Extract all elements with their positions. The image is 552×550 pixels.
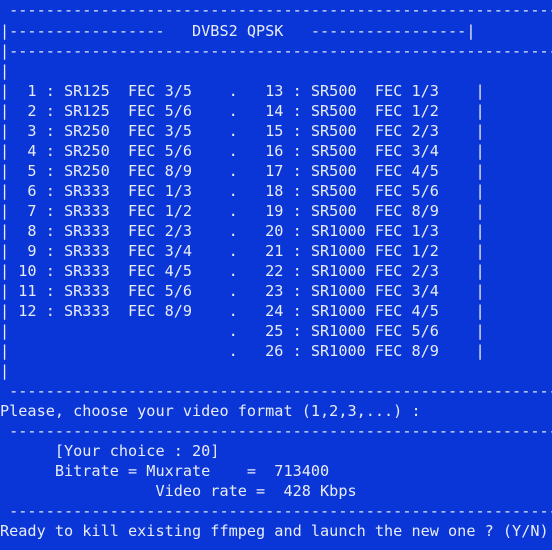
menu-option-row: | 5 : SR250 FEC 8/9 . 17 : SR500 FEC 4/5… [0,162,485,180]
menu-bottom-divider: ----------------------------------------… [0,382,552,400]
menu-blank-line: | | [0,362,552,380]
terminal-window[interactable]: ----------------------------------------… [0,0,552,550]
menu-option-row: | 11 : SR333 FEC 5/6 . 23 : SR1000 FEC 3… [0,282,485,300]
choice-readout: [Your choice : 20] [0,442,220,460]
menu-option-row: | 3 : SR250 FEC 3/5 . 15 : SR500 FEC 2/3… [0,122,485,140]
menu-option-row: | 7 : SR333 FEC 1/2 . 19 : SR500 FEC 8/9… [0,202,485,220]
menu-title-line: |----------------- DVBS2 QPSK ----------… [0,22,476,40]
menu-option-row: | 8 : SR333 FEC 2/3 . 20 : SR1000 FEC 1/… [0,222,485,240]
top-divider: ----------------------------------------… [0,1,552,19]
info-top-divider: ----------------------------------------… [0,422,552,440]
video-rate-readout: Video rate = 428 Kbps [0,482,357,500]
menu-option-row: | 9 : SR333 FEC 3/4 . 21 : SR1000 FEC 1/… [0,242,485,260]
menu-option-row: | . 25 : SR1000 FEC 5/6 | [0,322,485,340]
menu-option-row: | 10 : SR333 FEC 4/5 . 22 : SR1000 FEC 2… [0,262,485,280]
menu-blank-line: | | [0,62,552,80]
menu-option-row: | 2 : SR125 FEC 5/6 . 14 : SR500 FEC 1/2… [0,102,485,120]
info-bottom-divider: ----------------------------------------… [0,502,552,520]
bitrate-readout: Bitrate = Muxrate = 713400 [0,462,330,480]
confirm-prompt[interactable]: Ready to kill existing ffmpeg and launch… [0,521,549,541]
format-prompt: Please, choose your video format (1,2,3,… [0,402,421,420]
menu-title-divider: |---------------------------------------… [0,42,552,60]
menu-option-row: | . 26 : SR1000 FEC 8/9 | [0,342,485,360]
menu-option-row: | 1 : SR125 FEC 3/5 . 13 : SR500 FEC 1/3… [0,82,485,100]
menu-option-row: | 4 : SR250 FEC 5/6 . 16 : SR500 FEC 3/4… [0,142,485,160]
menu-option-row: | 12 : SR333 FEC 8/9 . 24 : SR1000 FEC 4… [0,302,485,320]
menu-option-row: | 6 : SR333 FEC 1/3 . 18 : SR500 FEC 5/6… [0,182,485,200]
